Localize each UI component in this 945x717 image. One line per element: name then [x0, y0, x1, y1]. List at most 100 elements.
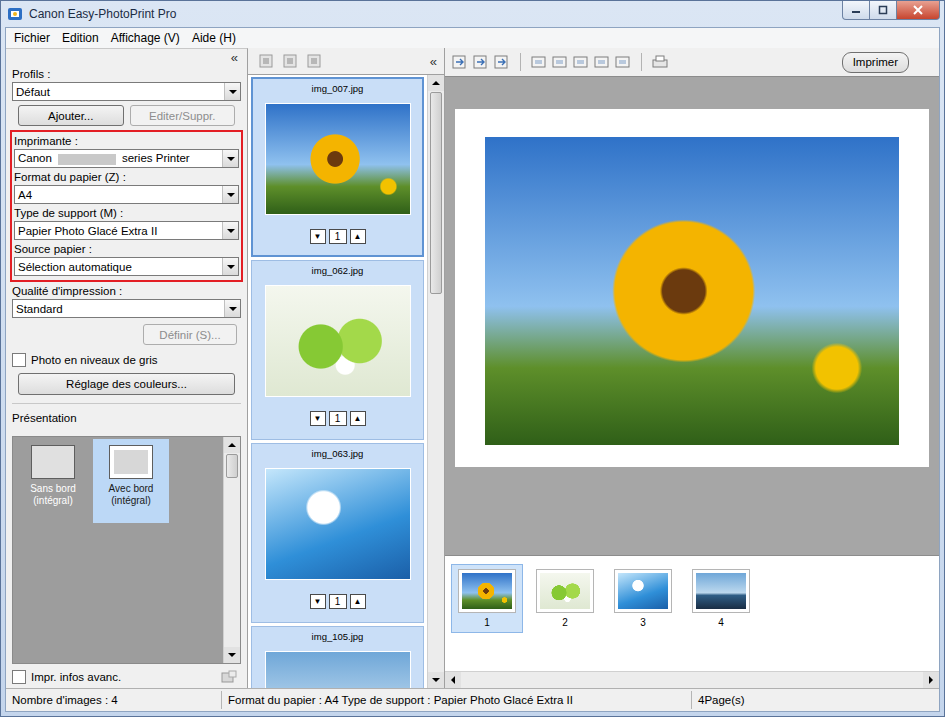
- page-thumbnail[interactable]: 4: [685, 564, 757, 633]
- text-icon[interactable]: [614, 54, 632, 70]
- copies-spinner: ▼1▲: [310, 594, 366, 609]
- thumbnail-toolbar: «: [248, 48, 444, 74]
- color-adjust-button[interactable]: Réglage des couleurs...: [18, 373, 235, 395]
- field-dropdown[interactable]: A4: [14, 185, 239, 204]
- setting-field: Source papier :Sélection automatique: [14, 243, 239, 276]
- select-all-icon[interactable]: [258, 53, 276, 69]
- menu-item[interactable]: Aide (H): [186, 31, 242, 45]
- decrease-button[interactable]: ▼: [310, 411, 326, 426]
- page-number: 1: [484, 617, 490, 628]
- photo: [265, 285, 411, 397]
- copies-spinner: ▼1▲: [310, 411, 366, 426]
- photo: [265, 103, 411, 215]
- checkbox-box: [12, 353, 26, 367]
- maximize-button[interactable]: [869, 1, 897, 20]
- thumbnail-item[interactable]: img_062.jpg ▼1▲: [251, 260, 424, 440]
- thumbnail-item[interactable]: img_007.jpg ▼1▲: [251, 77, 424, 257]
- view-mode-icon[interactable]: [306, 53, 324, 69]
- open-file-icon[interactable]: [451, 54, 469, 70]
- page-layout-icon: [109, 445, 153, 479]
- window-controls: [843, 1, 940, 20]
- page-number: 4: [718, 617, 724, 628]
- app-logo-icon: [7, 6, 23, 22]
- file-name: img_007.jpg: [312, 83, 364, 95]
- main-area: «Profils :DéfautAjouter...Editer/Suppr.I…: [6, 48, 939, 688]
- rotate-right-icon[interactable]: [551, 54, 569, 70]
- copies-spinner: ▼1▲: [310, 229, 366, 244]
- field-dropdown[interactable]: Sélection automatique: [14, 257, 239, 276]
- thumbnail-item[interactable]: img_063.jpg ▼1▲: [251, 443, 424, 623]
- file-name: img_062.jpg: [312, 265, 364, 277]
- copies-value[interactable]: 1: [329, 411, 347, 426]
- increase-button[interactable]: ▲: [350, 411, 366, 426]
- settings-panel: «Profils :DéfautAjouter...Editer/Suppr.I…: [6, 48, 248, 688]
- layout-scrollbar[interactable]: [223, 437, 240, 663]
- profiles-dropdown[interactable]: Défaut: [12, 82, 241, 101]
- thumbnail-item[interactable]: img_105.jpg: [251, 626, 424, 688]
- dropdown-arrow-icon: [227, 193, 235, 197]
- decrease-button[interactable]: ▼: [310, 229, 326, 244]
- page-scrollbar[interactable]: [445, 671, 939, 688]
- redacted-block: [58, 154, 116, 165]
- minimize-button[interactable]: [842, 1, 870, 20]
- increase-button[interactable]: ▲: [350, 594, 366, 609]
- menu-item[interactable]: Affichage (V): [105, 31, 186, 45]
- decrease-button[interactable]: ▼: [310, 594, 326, 609]
- checkbox-box: [12, 670, 26, 684]
- frame-icon[interactable]: [593, 54, 611, 70]
- thumbnail-scrollbar[interactable]: [427, 75, 444, 688]
- collapse-button[interactable]: «: [427, 55, 440, 68]
- page-number: 2: [562, 617, 568, 628]
- info-settings-icon[interactable]: [221, 670, 237, 684]
- file-name: img_063.jpg: [312, 448, 364, 460]
- page-thumbnail[interactable]: 3: [607, 564, 679, 633]
- deselect-icon[interactable]: [282, 53, 300, 69]
- advanced-info-checkbox[interactable]: Impr. infos avanc.: [12, 670, 241, 684]
- page-thumbnail[interactable]: 2: [529, 564, 601, 633]
- arrange-icon[interactable]: [493, 54, 511, 70]
- thumbnail-panel: «img_007.jpg▼1▲img_062.jpg▼1▲img_063.jpg…: [248, 48, 445, 688]
- photo: [462, 573, 512, 609]
- define-button[interactable]: Définir (S)...: [143, 324, 237, 345]
- page-layout-icon: [31, 445, 75, 479]
- trim-icon[interactable]: [572, 54, 590, 70]
- increase-button[interactable]: ▲: [350, 229, 366, 244]
- photo: [696, 573, 746, 609]
- client-area: FichierEditionAffichage (V)Aide (H)«Prof…: [5, 27, 940, 712]
- field-label: Imprimante :: [14, 135, 239, 147]
- field-dropdown[interactable]: Canonseries Printer: [14, 149, 239, 168]
- minimize-icon: [851, 5, 861, 15]
- dropdown-arrow-icon: [229, 307, 237, 311]
- paper-sheet: [455, 109, 929, 467]
- layout-item[interactable]: Avec bord(intégral): [93, 439, 169, 523]
- menu-item[interactable]: Edition: [56, 31, 105, 45]
- page-strip: 1 2 3 4: [445, 555, 939, 688]
- grayscale-checkbox[interactable]: Photo en niveaux de gris: [12, 353, 241, 367]
- print-button[interactable]: Imprimer: [842, 52, 909, 73]
- layout-list: Sans bord(intégral)Avec bord(intégral): [12, 436, 241, 664]
- photo: [265, 468, 411, 580]
- thumbnail-list: img_007.jpg▼1▲img_062.jpg▼1▲img_063.jpg▼…: [248, 74, 444, 688]
- print-settings-icon[interactable]: [651, 54, 669, 70]
- setting-field: Type de support (M) :Papier Photo Glacé …: [14, 207, 239, 240]
- import-icon[interactable]: [472, 54, 490, 70]
- profile-button[interactable]: Editer/Suppr.: [130, 105, 236, 126]
- page-preview: [445, 76, 939, 555]
- title-bar: Canon Easy-PhotoPrint Pro: [1, 1, 944, 27]
- dropdown-arrow-icon: [227, 229, 235, 233]
- collapse-button[interactable]: «: [228, 51, 241, 65]
- field-dropdown[interactable]: Papier Photo Glacé Extra II: [14, 221, 239, 240]
- menu-bar: FichierEditionAffichage (V)Aide (H): [6, 28, 939, 48]
- copies-value[interactable]: 1: [329, 594, 347, 609]
- status-text: Nombre d'images : 4: [6, 691, 222, 709]
- close-button[interactable]: [896, 1, 940, 20]
- menu-item[interactable]: Fichier: [8, 31, 56, 45]
- layout-item[interactable]: Sans bord(intégral): [15, 439, 91, 523]
- profile-button[interactable]: Ajouter...: [18, 105, 124, 126]
- quality-dropdown[interactable]: Standard: [12, 299, 241, 318]
- page-thumbnail[interactable]: 1: [451, 564, 523, 633]
- highlight-box: Imprimante :Canonseries PrinterFormat du…: [10, 130, 243, 282]
- preview-photo: [485, 137, 899, 445]
- copies-value[interactable]: 1: [329, 229, 347, 244]
- rotate-left-icon[interactable]: [530, 54, 548, 70]
